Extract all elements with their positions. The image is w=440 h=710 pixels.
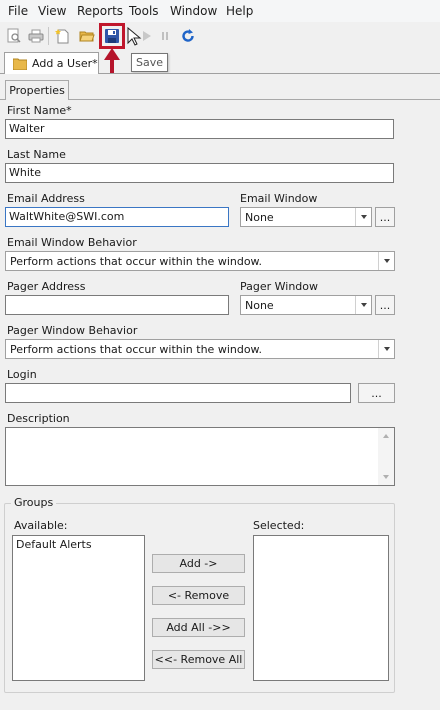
email-address-field[interactable]: WaltWhite@SWI.com bbox=[5, 207, 229, 227]
login-field[interactable] bbox=[5, 383, 351, 403]
refresh-icon[interactable] bbox=[178, 26, 198, 46]
first-name-label: First Name* bbox=[7, 104, 72, 117]
selected-groups-list[interactable] bbox=[253, 535, 389, 681]
last-name-field[interactable]: White bbox=[5, 163, 394, 183]
pager-window-value: None bbox=[245, 299, 274, 312]
tab-properties[interactable]: Properties bbox=[5, 80, 69, 100]
mouse-cursor-icon bbox=[124, 27, 144, 47]
menu-help[interactable]: Help bbox=[226, 4, 253, 18]
add-button[interactable]: Add -> bbox=[152, 554, 245, 573]
pause-icon[interactable] bbox=[155, 26, 175, 46]
pager-address-field[interactable] bbox=[5, 295, 229, 315]
pager-window-label: Pager Window bbox=[240, 280, 319, 293]
menu-file[interactable]: File bbox=[8, 4, 28, 18]
save-highlight-box bbox=[99, 23, 125, 49]
email-window-label: Email Window bbox=[240, 192, 318, 205]
print-preview-icon[interactable] bbox=[4, 26, 24, 46]
description-scrollbar[interactable] bbox=[378, 428, 394, 485]
available-label: Available: bbox=[14, 519, 68, 532]
new-icon[interactable] bbox=[53, 26, 73, 46]
description-textarea[interactable] bbox=[5, 427, 395, 486]
print-icon[interactable] bbox=[26, 26, 46, 46]
folder-icon bbox=[13, 58, 27, 70]
login-label: Login bbox=[7, 368, 37, 381]
email-window-select[interactable]: None bbox=[240, 207, 372, 227]
menu-bar: File View Reports Tools Window Help bbox=[0, 0, 440, 22]
scroll-down-icon[interactable] bbox=[383, 475, 389, 479]
groups-title: Groups bbox=[11, 496, 57, 509]
toolbar bbox=[0, 22, 440, 50]
tab-add-a-user[interactable]: Add a User* bbox=[4, 52, 99, 74]
available-groups-list[interactable]: Default Alerts bbox=[12, 535, 145, 681]
pager-address-label: Pager Address bbox=[7, 280, 86, 293]
email-window-behavior-label: Email Window Behavior bbox=[7, 236, 137, 249]
toolbar-separator bbox=[48, 27, 49, 45]
pager-window-select[interactable]: None bbox=[240, 295, 372, 315]
tab-add-a-user-label: Add a User* bbox=[32, 57, 98, 70]
remove-button[interactable]: <- Remove bbox=[152, 586, 245, 605]
open-folder-icon[interactable] bbox=[77, 26, 97, 46]
menu-view[interactable]: View bbox=[38, 4, 66, 18]
email-window-value: None bbox=[245, 211, 274, 224]
chevron-down-icon[interactable] bbox=[355, 296, 371, 314]
chevron-down-icon[interactable] bbox=[355, 208, 371, 226]
scroll-up-icon[interactable] bbox=[383, 434, 389, 438]
email-window-browse-button[interactable]: ... bbox=[375, 207, 395, 227]
menu-reports[interactable]: Reports bbox=[77, 4, 123, 18]
login-browse-button[interactable]: ... bbox=[358, 383, 395, 403]
last-name-label: Last Name bbox=[7, 148, 66, 161]
add-all-button[interactable]: Add All ->> bbox=[152, 618, 245, 637]
email-window-behavior-select[interactable]: Perform actions that occur within the wi… bbox=[5, 251, 395, 271]
email-window-behavior-value: Perform actions that occur within the wi… bbox=[10, 255, 263, 268]
menu-window[interactable]: Window bbox=[170, 4, 217, 18]
save-tooltip: Save bbox=[131, 53, 169, 72]
pager-window-behavior-label: Pager Window Behavior bbox=[7, 324, 138, 337]
description-label: Description bbox=[7, 412, 70, 425]
chevron-down-icon[interactable] bbox=[378, 340, 394, 358]
pager-window-browse-button[interactable]: ... bbox=[375, 295, 395, 315]
selected-label: Selected: bbox=[253, 519, 305, 532]
list-item[interactable]: Default Alerts bbox=[13, 536, 144, 553]
pager-window-behavior-select[interactable]: Perform actions that occur within the wi… bbox=[5, 339, 395, 359]
email-address-label: Email Address bbox=[7, 192, 85, 205]
first-name-field[interactable]: Walter bbox=[5, 119, 394, 139]
remove-all-button[interactable]: <<- Remove All bbox=[152, 650, 245, 669]
pager-window-behavior-value: Perform actions that occur within the wi… bbox=[10, 343, 263, 356]
tab-properties-label: Properties bbox=[9, 84, 65, 97]
menu-tools[interactable]: Tools bbox=[129, 4, 159, 18]
chevron-down-icon[interactable] bbox=[378, 252, 394, 270]
